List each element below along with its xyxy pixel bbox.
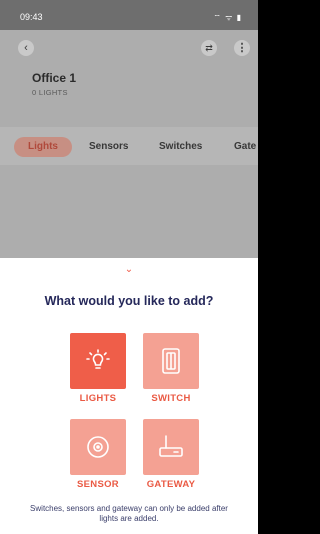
add-switch-button[interactable] bbox=[143, 333, 199, 389]
gateway-icon bbox=[159, 435, 183, 457]
gateway-label: GATEWAY bbox=[146, 479, 196, 490]
add-order-note: Switches, sensors and gateway can only b… bbox=[30, 504, 228, 523]
switch-icon bbox=[162, 348, 180, 374]
tab-gateway[interactable]: Gate bbox=[234, 137, 256, 157]
filter-icon[interactable]: ⇄ bbox=[201, 40, 217, 56]
room-title: Office 1 bbox=[32, 71, 77, 85]
status-bar: 09:43 ⌔ ᯤ ▮ bbox=[0, 0, 258, 30]
switch-label: SWITCH bbox=[151, 393, 191, 404]
add-sensor-button[interactable] bbox=[70, 419, 126, 475]
tabs-bar: Lights Sensors Switches Gate bbox=[0, 127, 258, 165]
tab-lights[interactable]: Lights bbox=[14, 137, 72, 157]
tab-sensors[interactable]: Sensors bbox=[89, 137, 128, 157]
add-gateway-button[interactable] bbox=[143, 419, 199, 475]
status-time: 09:43 bbox=[20, 12, 43, 22]
bulb-icon bbox=[86, 349, 110, 369]
sheet-title: What would you like to add? bbox=[44, 294, 214, 308]
sensor-icon bbox=[87, 436, 109, 458]
more-icon[interactable]: ⋮ bbox=[234, 40, 250, 56]
chevron-down-icon[interactable]: ⌄ bbox=[122, 263, 136, 277]
add-device-sheet: ⌄ What would you like to add? LIGHTS SWI… bbox=[0, 258, 258, 534]
back-icon[interactable]: ‹ bbox=[18, 40, 34, 56]
lights-label: LIGHTS bbox=[79, 393, 117, 404]
add-lights-button[interactable] bbox=[70, 333, 126, 389]
screen: 09:43 ⌔ ᯤ ▮ ‹ ⇄ ⋮ Office 1 0 LIGHTS Ligh… bbox=[0, 0, 258, 534]
sensor-label: SENSOR bbox=[77, 479, 119, 490]
tab-switches[interactable]: Switches bbox=[159, 137, 202, 157]
room-header: ‹ ⇄ ⋮ Office 1 0 LIGHTS bbox=[0, 30, 258, 115]
status-icons: ⌔ ᯤ ▮ bbox=[213, 13, 242, 22]
room-light-count: 0 LIGHTS bbox=[32, 88, 68, 97]
